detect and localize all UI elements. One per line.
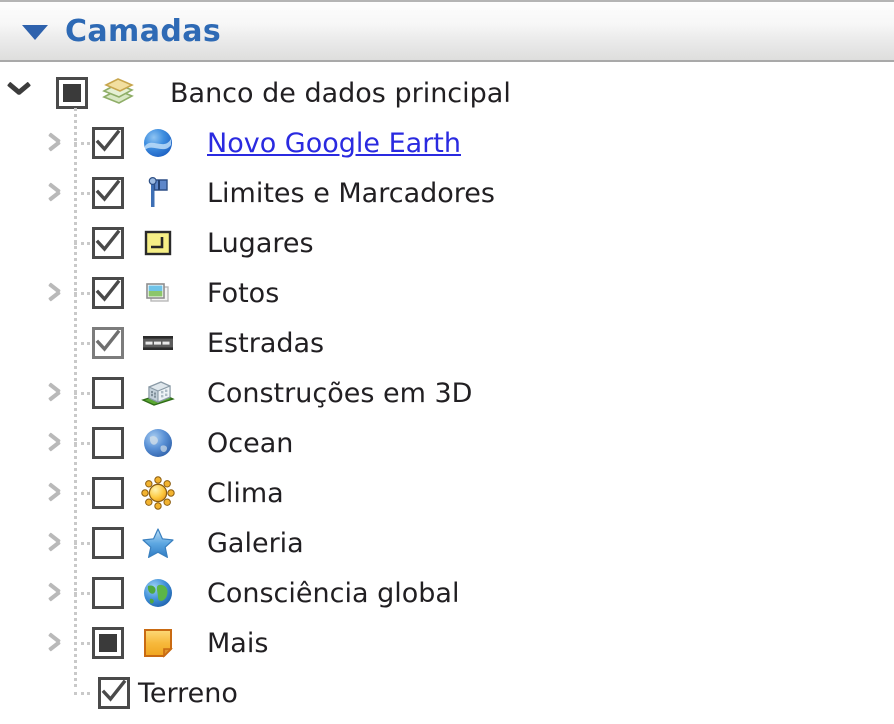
checkbox-partial-fill xyxy=(63,84,81,102)
tree-row[interactable]: Fotos xyxy=(0,268,894,318)
layers-panel-header[interactable]: Camadas xyxy=(0,0,894,62)
layer-checkbox[interactable] xyxy=(92,627,124,659)
layers-tree: Banco de dados principal Novo Google Eart… xyxy=(0,62,894,718)
tree-row[interactable]: Lugares xyxy=(0,218,894,268)
triangle-down-icon[interactable] xyxy=(22,24,48,40)
tree-row-label: Mais xyxy=(207,627,269,659)
earth-blue-sphere-icon xyxy=(140,125,176,161)
layer-checkbox[interactable] xyxy=(92,127,124,159)
tree-guide-line xyxy=(74,108,77,687)
tree-row[interactable]: Galeria xyxy=(0,518,894,568)
tree-row-label: Banco de dados principal xyxy=(170,77,511,109)
checkbox-partial-fill xyxy=(99,634,117,652)
tree-row-label: Clima xyxy=(207,477,284,509)
chevron-down-icon[interactable] xyxy=(6,78,36,108)
orange-note-icon xyxy=(140,625,176,661)
yellow-placemark-icon xyxy=(140,225,176,261)
tree-row[interactable]: Mais xyxy=(0,618,894,668)
layer-checkbox[interactable] xyxy=(92,227,124,259)
building-3d-icon xyxy=(140,375,176,411)
tree-row[interactable]: Terreno xyxy=(0,668,894,718)
tree-row[interactable]: Estradas xyxy=(0,318,894,368)
layer-checkbox[interactable] xyxy=(56,77,88,109)
layer-checkbox[interactable] xyxy=(92,577,124,609)
chevron-right-icon[interactable] xyxy=(44,579,74,609)
tree-row-label: Terreno xyxy=(138,677,238,709)
tree-row-label: Ocean xyxy=(207,427,294,459)
layer-checkbox[interactable] xyxy=(92,177,124,209)
globe-green-icon xyxy=(140,575,176,611)
layer-checkbox[interactable] xyxy=(92,377,124,409)
tree-row-link[interactable]: Novo Google Earth xyxy=(207,128,461,159)
tree-row-label: Limites e Marcadores xyxy=(207,177,495,209)
tree-row[interactable]: Consciência global xyxy=(0,568,894,618)
chevron-right-icon[interactable] xyxy=(44,379,74,409)
layers-stack-icon xyxy=(100,75,136,111)
chevron-right-icon[interactable] xyxy=(44,179,74,209)
chevron-right-icon[interactable] xyxy=(44,529,74,559)
chevron-right-icon[interactable] xyxy=(44,629,74,659)
layer-checkbox[interactable] xyxy=(92,527,124,559)
layer-checkbox[interactable] xyxy=(92,427,124,459)
tree-row-label: Consciência global xyxy=(207,577,460,609)
tree-row[interactable]: Novo Google Earth xyxy=(0,118,894,168)
tree-row[interactable]: Limites e Marcadores xyxy=(0,168,894,218)
chevron-right-icon[interactable] xyxy=(44,129,74,159)
chevron-right-icon[interactable] xyxy=(44,429,74,459)
layer-checkbox[interactable] xyxy=(92,327,124,359)
flag-marker-icon xyxy=(140,175,176,211)
tree-row-label: Fotos xyxy=(207,277,280,309)
tree-row-label: Estradas xyxy=(207,327,325,359)
ocean-globe-icon xyxy=(140,425,176,461)
chevron-right-icon[interactable] xyxy=(44,479,74,509)
layer-checkbox[interactable] xyxy=(92,277,124,309)
tree-guide-line xyxy=(74,692,90,695)
tree-row-label: Galeria xyxy=(207,527,304,559)
tree-row[interactable]: Construções em 3D xyxy=(0,368,894,418)
tree-row[interactable]: Ocean xyxy=(0,418,894,468)
page-title: Camadas xyxy=(65,13,222,49)
chevron-right-icon[interactable] xyxy=(44,279,74,309)
blue-star-icon xyxy=(140,525,176,561)
sun-weather-icon xyxy=(140,475,176,511)
layer-checkbox[interactable] xyxy=(92,477,124,509)
tree-row-label: Lugares xyxy=(207,227,314,259)
road-icon xyxy=(140,325,176,361)
tree-row-root[interactable]: Banco de dados principal xyxy=(0,68,894,118)
tree-row[interactable]: Clima xyxy=(0,468,894,518)
layer-checkbox[interactable] xyxy=(98,677,130,709)
photo-thumbnail-icon xyxy=(140,275,176,311)
tree-row-label: Construções em 3D xyxy=(207,377,473,409)
